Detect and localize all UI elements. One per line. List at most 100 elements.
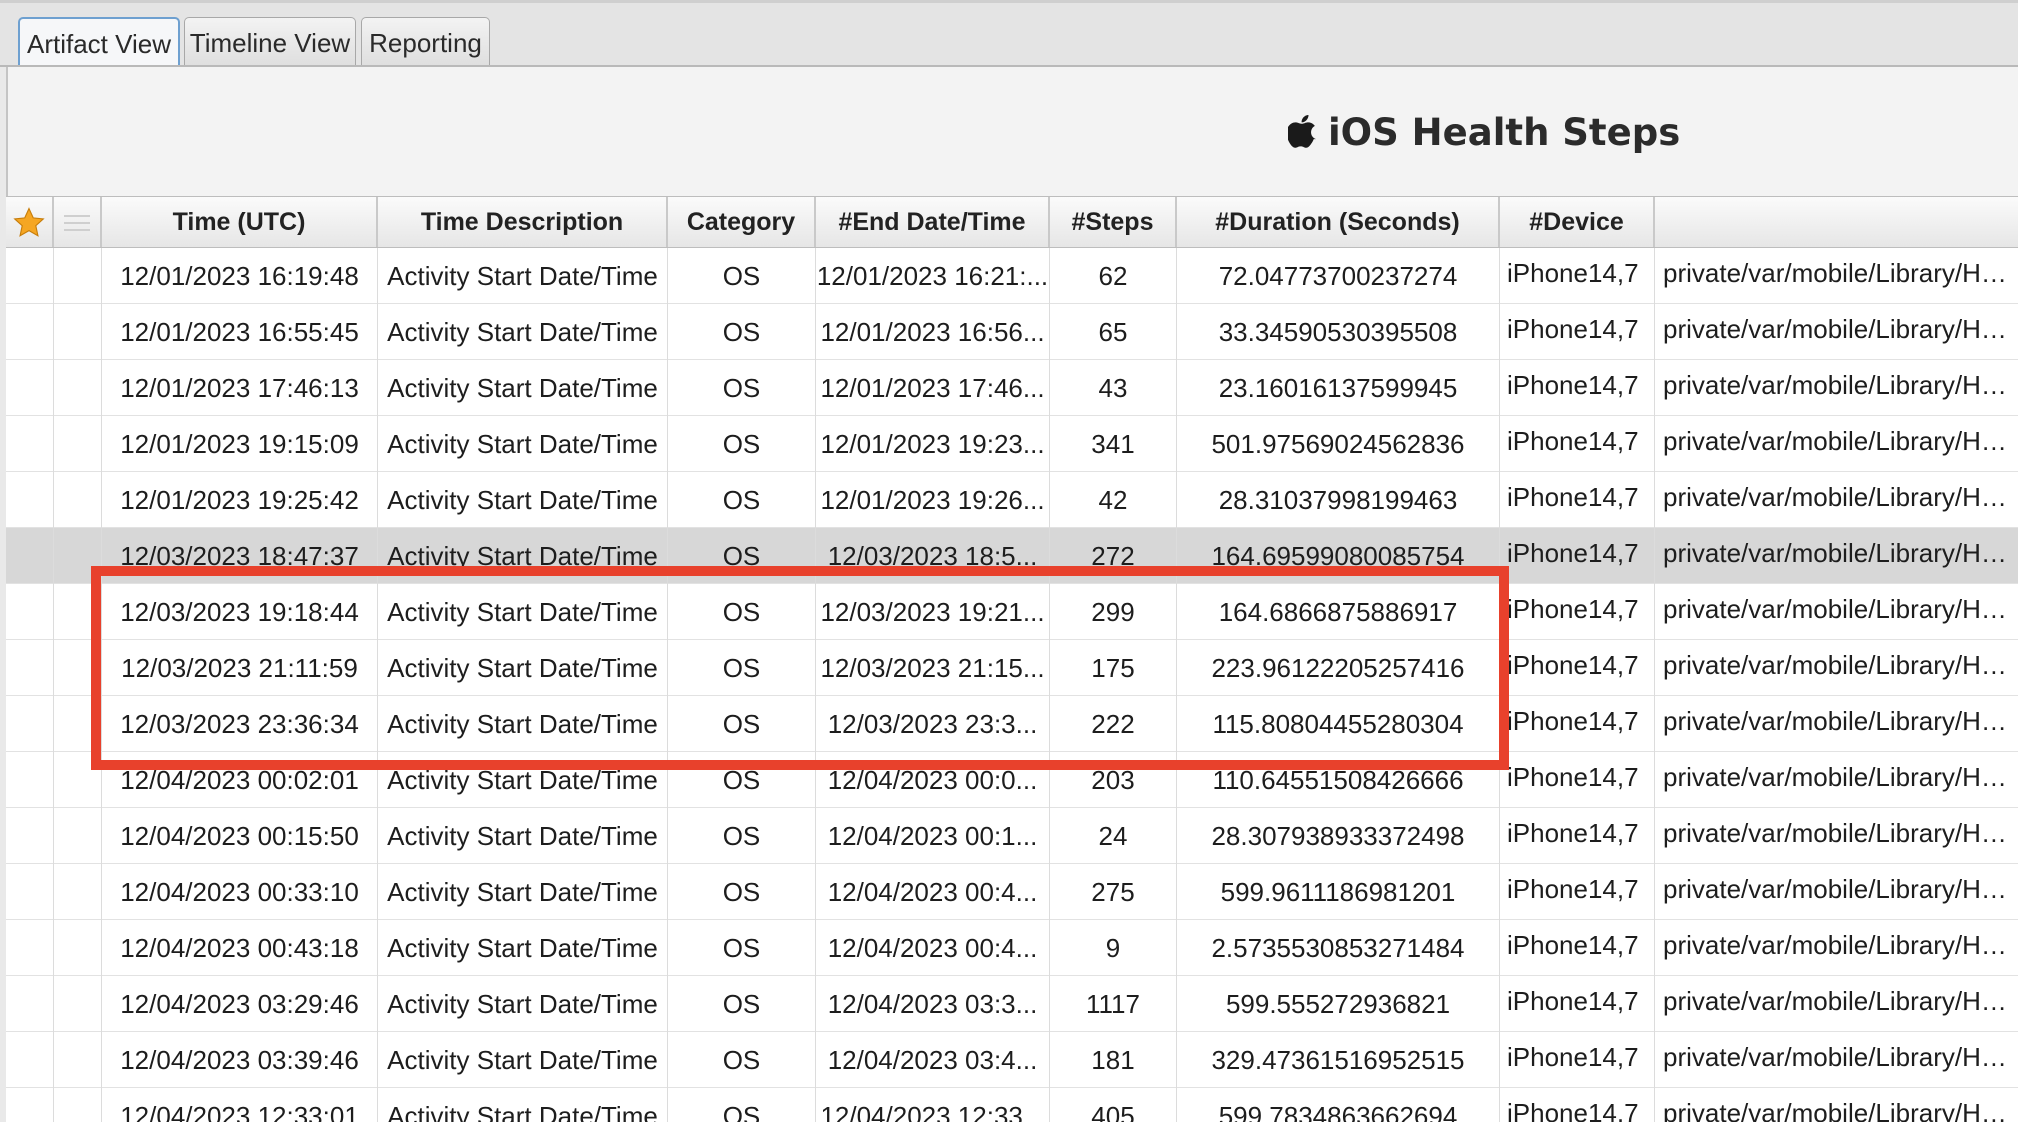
category-cell: OS	[668, 528, 816, 584]
time-description-cell: Activity Start Date/Time	[378, 528, 668, 584]
table-row[interactable]: 12/04/2023 00:43:18 Activity Start Date/T…	[6, 920, 2018, 976]
tab-timeline-view[interactable]: Timeline View	[184, 17, 356, 67]
star-icon	[13, 207, 45, 238]
duration-cell: 110.64551508426666	[1177, 752, 1500, 808]
time-description-cell: Activity Start Date/Time	[378, 808, 668, 864]
source-cell: private/var/mobile/Library/Health	[1663, 258, 2018, 288]
category-cell: OS	[668, 248, 816, 304]
duration-cell: 501.97569024562836	[1177, 416, 1500, 472]
table-row[interactable]: 12/04/2023 00:02:01 Activity Start Date/T…	[6, 752, 2018, 808]
duration-cell: 223.96122205257416	[1177, 640, 1500, 696]
table-header: Time (UTC) Time Description Category #En…	[6, 196, 2018, 248]
duration-cell: 28.31037998199463	[1177, 472, 1500, 528]
duration-cell: 599.9611186981201	[1177, 864, 1500, 920]
device-cell: iPhone14,7	[1500, 528, 1655, 584]
source-cell: private/var/mobile/Library/Health	[1663, 650, 2018, 680]
table-row[interactable]: 12/03/2023 23:36:34 Activity Start Date/T…	[6, 696, 2018, 752]
device-cell: iPhone14,7	[1500, 416, 1655, 472]
row-menu-cell	[54, 864, 102, 920]
category-cell: OS	[668, 752, 816, 808]
steps-cell: 9	[1050, 920, 1177, 976]
table-row[interactable]: 12/04/2023 00:33:10 Activity Start Date/T…	[6, 864, 2018, 920]
time-cell: 12/04/2023 00:15:50	[102, 808, 378, 864]
time-cell: 12/03/2023 23:36:34	[102, 696, 378, 752]
end-date-time-cell: 12/04/2023 03:4...	[816, 1032, 1050, 1088]
row-menu-cell	[54, 584, 102, 640]
row-menu-cell	[54, 528, 102, 584]
duration-cell: 2.5735530853271484	[1177, 920, 1500, 976]
duration-cell: 599.7834863662694	[1177, 1088, 1500, 1122]
end-date-time-cell: 12/03/2023 19:21...	[816, 584, 1050, 640]
row-star-cell	[6, 864, 54, 920]
table-row[interactable]: 12/04/2023 03:39:46 Activity Start Date/T…	[6, 1032, 2018, 1088]
row-menu-cell	[54, 304, 102, 360]
time-cell: 12/04/2023 12:33:01	[102, 1088, 378, 1122]
row-star-cell	[6, 696, 54, 752]
table-row[interactable]: 12/03/2023 19:18:44 Activity Start Date/T…	[6, 584, 2018, 640]
time-description-cell: Activity Start Date/Time	[378, 472, 668, 528]
steps-cell: 275	[1050, 864, 1177, 920]
table-row[interactable]: 12/03/2023 21:11:59 Activity Start Date/T…	[6, 640, 2018, 696]
column-header-menu[interactable]	[54, 197, 102, 247]
duration-cell: 164.69599080085754	[1177, 528, 1500, 584]
column-header-end-date-time[interactable]: #End Date/Time	[816, 197, 1050, 247]
end-date-time-cell: 12/04/2023 12:33...	[816, 1088, 1050, 1122]
time-description-cell: Activity Start Date/Time	[378, 248, 668, 304]
source-cell: private/var/mobile/Library/Health	[1663, 594, 2018, 624]
row-star-cell	[6, 528, 54, 584]
column-header-duration[interactable]: #Duration (Seconds)	[1177, 197, 1500, 247]
device-cell: iPhone14,7	[1500, 976, 1655, 1032]
tab-bar: Artifact View Timeline View Reporting	[0, 0, 2018, 69]
end-date-time-cell: 12/01/2023 16:21:...	[816, 248, 1050, 304]
source-cell: private/var/mobile/Library/Health	[1663, 426, 2018, 456]
column-header-category[interactable]: Category	[668, 197, 816, 247]
source-cell: private/var/mobile/Library/Health	[1663, 874, 2018, 904]
source-cell: private/var/mobile/Library/Health	[1663, 986, 2018, 1016]
column-header-star[interactable]	[6, 197, 54, 247]
time-description-cell: Activity Start Date/Time	[378, 360, 668, 416]
column-header-time[interactable]: Time (UTC)	[102, 197, 378, 247]
time-cell: 12/01/2023 19:25:42	[102, 472, 378, 528]
source-cell: private/var/mobile/Library/Health	[1663, 762, 2018, 792]
source-cell: private/var/mobile/Library/Health	[1663, 482, 2018, 512]
table-row[interactable]: 12/03/2023 18:47:37 Activity Start Date/T…	[6, 528, 2018, 584]
table-row[interactable]: 12/04/2023 00:15:50 Activity Start Date/T…	[6, 808, 2018, 864]
steps-cell: 341	[1050, 416, 1177, 472]
table-row[interactable]: 12/04/2023 12:33:01 Activity Start Date/T…	[6, 1088, 2018, 1122]
table-row[interactable]: 12/01/2023 19:25:42 Activity Start Date/T…	[6, 472, 2018, 528]
table-row[interactable]: 12/01/2023 17:46:13 Activity Start Date/T…	[6, 360, 2018, 416]
time-description-cell: Activity Start Date/Time	[378, 304, 668, 360]
tab-artifact-view[interactable]: Artifact View	[18, 17, 180, 69]
end-date-time-cell: 12/01/2023 19:23...	[816, 416, 1050, 472]
row-menu-cell	[54, 808, 102, 864]
row-menu-cell	[54, 248, 102, 304]
row-menu-cell	[54, 360, 102, 416]
column-header-device[interactable]: #Device	[1500, 197, 1655, 247]
table-row[interactable]: 12/04/2023 03:29:46 Activity Start Date/T…	[6, 976, 2018, 1032]
duration-cell: 599.555272936821	[1177, 976, 1500, 1032]
table-row[interactable]: 12/01/2023 16:55:45 Activity Start Date/T…	[6, 304, 2018, 360]
table-row[interactable]: 12/01/2023 19:15:09 Activity Start Date/T…	[6, 416, 2018, 472]
category-cell: OS	[668, 808, 816, 864]
time-description-cell: Activity Start Date/Time	[378, 584, 668, 640]
row-star-cell	[6, 920, 54, 976]
category-cell: OS	[668, 1088, 816, 1122]
apple-icon	[1288, 115, 1316, 148]
tab-label: Artifact View	[26, 29, 171, 59]
table-row[interactable]: 12/01/2023 16:19:48 Activity Start Date/T…	[6, 248, 2018, 304]
row-star-cell	[6, 640, 54, 696]
tab-reporting[interactable]: Reporting	[361, 17, 490, 67]
steps-cell: 299	[1050, 584, 1177, 640]
duration-cell: 23.16016137599945	[1177, 360, 1500, 416]
column-header-steps[interactable]: #Steps	[1050, 197, 1177, 247]
duration-cell: 329.47361516952515	[1177, 1032, 1500, 1088]
category-cell: OS	[668, 864, 816, 920]
device-cell: iPhone14,7	[1500, 472, 1655, 528]
column-header-source[interactable]	[1655, 197, 2018, 247]
column-header-time-description[interactable]: Time Description	[378, 197, 668, 247]
row-star-cell	[6, 752, 54, 808]
end-date-time-cell: 12/01/2023 17:46...	[816, 360, 1050, 416]
row-star-cell	[6, 360, 54, 416]
time-cell: 12/01/2023 17:46:13	[102, 360, 378, 416]
source-cell: private/var/mobile/Library/Health	[1663, 1042, 2018, 1072]
